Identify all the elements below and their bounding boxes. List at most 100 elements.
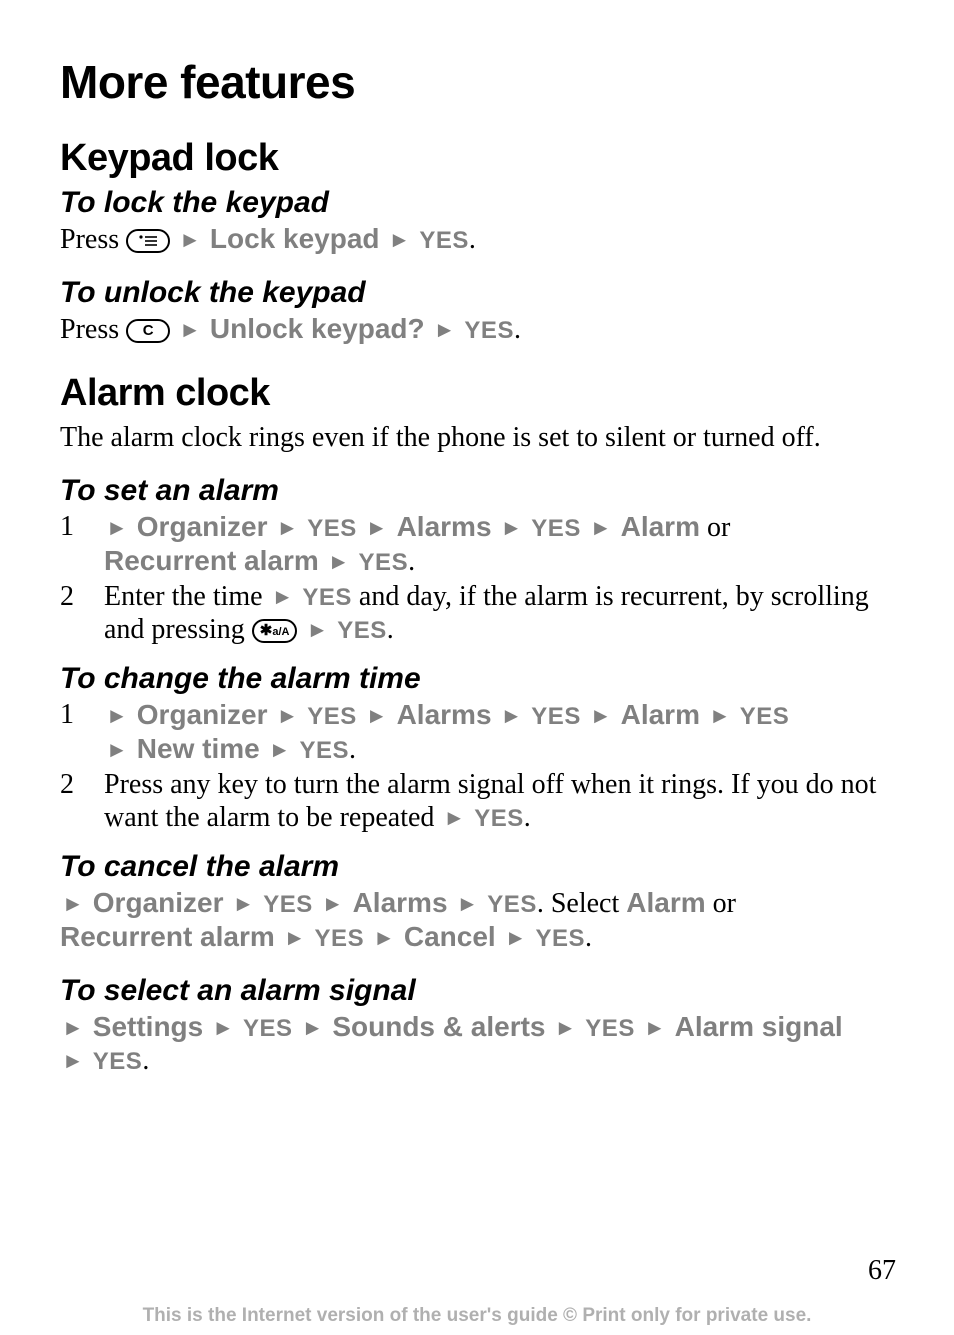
heading-to-cancel-alarm: To cancel the alarm [60, 850, 914, 884]
arrow-icon: ► [499, 703, 525, 729]
or-text: or [700, 512, 730, 543]
yes-label: YES [740, 703, 790, 730]
list-number: 1 [60, 698, 80, 766]
arrow-icon: ► [104, 515, 130, 541]
arrow-icon: ► [553, 1015, 579, 1041]
unlock-instruction: Press C ► Unlock keypad? ► YES. [60, 312, 914, 346]
yes-label: YES [93, 1048, 143, 1075]
sounds-alerts-label: Sounds & alerts [332, 1011, 545, 1042]
c-key-icon: C [126, 319, 170, 343]
manual-page: More features Keypad lock To lock the ke… [0, 0, 954, 1335]
alarm-label: Alarm [626, 887, 705, 918]
list-item: 1 ► Organizer ► YES ► Alarms ► YES ► Ala… [60, 510, 914, 578]
arrow-icon: ► [60, 891, 86, 917]
arrow-icon: ► [455, 891, 481, 917]
arrow-icon: ► [274, 515, 300, 541]
yes-label: YES [487, 891, 537, 918]
arrow-icon: ► [60, 1015, 86, 1041]
organizer-label: Organizer [137, 699, 268, 730]
yes-label: YES [243, 1015, 293, 1042]
recurrent-alarm-label: Recurrent alarm [60, 921, 275, 952]
alarm-label: Alarm [621, 699, 700, 730]
period: . [349, 734, 356, 765]
arrow-icon: ► [441, 805, 467, 831]
menu-key-icon [126, 229, 170, 253]
arrow-icon: ► [104, 737, 130, 763]
arrow-icon: ► [177, 227, 203, 253]
yes-label: YES [474, 805, 524, 832]
section-keypad-lock: Keypad lock [60, 137, 914, 180]
yes-label: YES [464, 317, 514, 344]
list-text: ► Organizer ► YES ► Alarms ► YES ► Alarm… [104, 510, 914, 578]
arrow-icon: ► [642, 1015, 668, 1041]
heading-to-lock: To lock the keypad [60, 186, 914, 220]
page-title: More features [60, 55, 914, 109]
yes-label: YES [531, 703, 581, 730]
arrow-icon: ► [588, 515, 614, 541]
yes-label: YES [302, 584, 352, 611]
press-label: Press [60, 224, 126, 255]
list-item: 2 Enter the time ► YES and day, if the a… [60, 580, 914, 646]
arrow-icon: ► [267, 737, 293, 763]
alarms-label: Alarms [397, 699, 492, 730]
yes-label: YES [585, 1015, 635, 1042]
list-number: 1 [60, 510, 80, 578]
set-alarm-list: 1 ► Organizer ► YES ► Alarms ► YES ► Ala… [60, 510, 914, 646]
period: . [524, 802, 531, 833]
footer-text: This is the Internet version of the user… [0, 1305, 954, 1327]
cancel-alarm-text: ► Organizer ► YES ► Alarms ► YES. Select… [60, 886, 914, 954]
arrow-icon: ► [364, 703, 390, 729]
arrow-icon: ► [304, 617, 330, 643]
arrow-icon: ► [282, 925, 308, 951]
list-item: 2 Press any key to turn the alarm signal… [60, 768, 914, 834]
new-time-label: New time [137, 733, 260, 764]
page-number: 67 [868, 1255, 896, 1287]
select-signal-text: ► Settings ► YES ► Sounds & alerts ► YES… [60, 1010, 914, 1077]
or-text: or [706, 888, 736, 919]
select-text: . Select [537, 888, 626, 919]
list-number: 2 [60, 768, 80, 834]
period: . [514, 314, 521, 345]
arrow-icon: ► [432, 317, 458, 343]
yes-label: YES [359, 549, 409, 576]
list-text: Press any key to turn the alarm signal o… [104, 768, 914, 834]
arrow-icon: ► [60, 1048, 86, 1074]
arrow-icon: ► [707, 703, 733, 729]
yes-label: YES [300, 737, 350, 764]
yes-label: YES [307, 515, 357, 542]
heading-to-unlock: To unlock the keypad [60, 276, 914, 310]
yes-label: YES [263, 891, 313, 918]
arrow-icon: ► [320, 891, 346, 917]
arrow-icon: ► [210, 1015, 236, 1041]
list-text: Enter the time ► YES and day, if the ala… [104, 580, 914, 646]
arrow-icon: ► [300, 1015, 326, 1041]
arrow-icon: ► [230, 891, 256, 917]
yes-label: YES [315, 925, 365, 952]
section-alarm-clock: Alarm clock [60, 372, 914, 415]
yes-label: YES [531, 515, 581, 542]
organizer-label: Organizer [93, 887, 224, 918]
change-alarm-list: 1 ► Organizer ► YES ► Alarms ► YES ► Ala… [60, 698, 914, 834]
press-label: Press [60, 314, 126, 345]
alarm-intro: The alarm clock rings even if the phone … [60, 421, 914, 454]
alarm-signal-label: Alarm signal [675, 1011, 843, 1042]
lock-keypad-label: Lock keypad [210, 223, 380, 254]
arrow-icon: ► [588, 703, 614, 729]
arrow-icon: ► [270, 584, 296, 610]
yes-label: YES [337, 617, 387, 644]
period: . [585, 922, 592, 953]
arrow-icon: ► [326, 549, 352, 575]
period: . [408, 546, 415, 577]
period: . [387, 614, 394, 645]
alarms-label: Alarms [353, 887, 448, 918]
yes-label: YES [535, 925, 585, 952]
lock-instruction: Press ► Lock keypad ► YES. [60, 222, 914, 256]
list-number: 2 [60, 580, 80, 646]
arrow-icon: ► [274, 703, 300, 729]
arrow-icon: ► [503, 925, 529, 951]
arrow-icon: ► [364, 515, 390, 541]
heading-to-select-signal: To select an alarm signal [60, 974, 914, 1008]
period: . [469, 224, 476, 255]
arrow-icon: ► [177, 317, 203, 343]
arrow-icon: ► [371, 925, 397, 951]
